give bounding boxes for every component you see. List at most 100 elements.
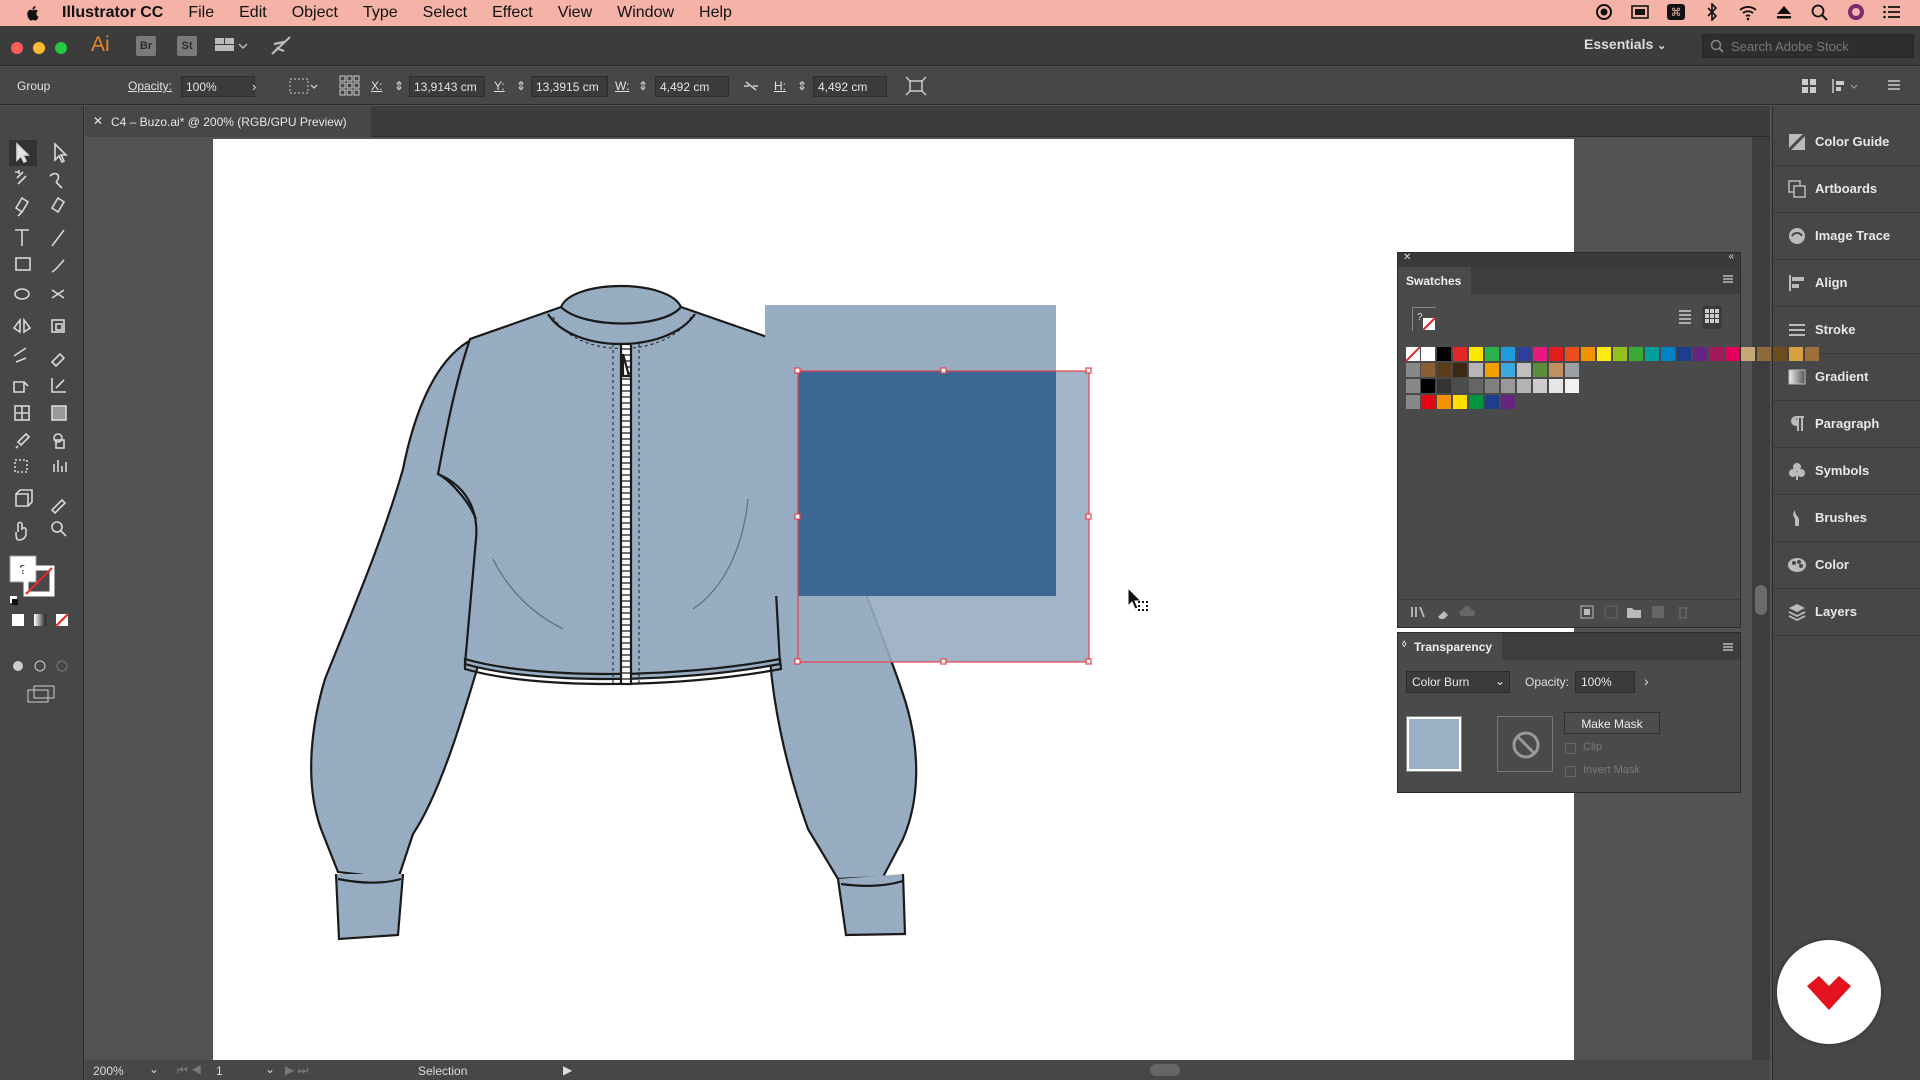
expand-panel-icon[interactable]: ◊ xyxy=(1402,639,1406,649)
swatch[interactable] xyxy=(1453,347,1467,361)
swatch[interactable] xyxy=(1533,363,1547,377)
panel-menu-icon[interactable] xyxy=(1722,273,1734,288)
display-icon[interactable] xyxy=(1630,3,1650,21)
swatch[interactable] xyxy=(1437,347,1451,361)
swatch[interactable] xyxy=(1549,379,1563,393)
list-view-icon[interactable] xyxy=(1677,308,1693,327)
vertical-scrollbar[interactable] xyxy=(1752,137,1770,1060)
opacity-field[interactable]: 100% xyxy=(181,76,255,97)
menu-help[interactable]: Help xyxy=(699,4,732,22)
swatch[interactable] xyxy=(1485,363,1499,377)
artboard-number[interactable]: 1 xyxy=(216,1064,223,1078)
dock-color[interactable]: Color xyxy=(1773,543,1920,589)
dock-align[interactable]: Align xyxy=(1773,261,1920,307)
reference-point-icon[interactable] xyxy=(339,75,361,100)
w-field[interactable]: 4,492 cm xyxy=(655,76,729,97)
dock-brushes[interactable]: Brushes xyxy=(1773,496,1920,542)
swatch[interactable] xyxy=(1629,347,1643,361)
swatch[interactable] xyxy=(1469,363,1483,377)
swatch[interactable] xyxy=(1485,379,1499,393)
swatch[interactable] xyxy=(1581,347,1595,361)
swatch[interactable] xyxy=(1501,395,1515,409)
artboard[interactable] xyxy=(213,139,1574,1060)
swatch[interactable] xyxy=(1501,379,1515,393)
color-group-icon[interactable] xyxy=(1604,605,1618,622)
swatch[interactable] xyxy=(1437,363,1451,377)
notification-center-icon[interactable] xyxy=(1882,3,1902,21)
close-window-button[interactable] xyxy=(11,42,23,54)
swatch[interactable] xyxy=(1517,363,1531,377)
swatch[interactable] xyxy=(1469,395,1483,409)
control-bar-menu-icon[interactable] xyxy=(1886,77,1902,96)
swatch[interactable] xyxy=(1677,347,1691,361)
swatch[interactable] xyxy=(1453,379,1467,393)
menu-view[interactable]: View xyxy=(558,4,592,22)
swatch[interactable] xyxy=(1693,347,1707,361)
tab-swatches[interactable]: Swatches xyxy=(1398,267,1472,294)
dock-symbols[interactable]: Symbols xyxy=(1773,449,1920,495)
swatch-kind-icon[interactable] xyxy=(1436,605,1450,622)
dock-color-guide[interactable]: Color Guide xyxy=(1773,120,1920,166)
vertical-scroll-thumb[interactable] xyxy=(1755,585,1767,615)
swatch[interactable] xyxy=(1661,347,1675,361)
tab-transparency[interactable]: ◊ Transparency xyxy=(1398,633,1503,660)
color-group-folder-icon[interactable] xyxy=(1406,363,1420,377)
constrain-proportions-icon[interactable] xyxy=(742,78,760,97)
color-group-folder-icon[interactable] xyxy=(1406,379,1420,393)
swatch[interactable] xyxy=(1565,363,1579,377)
swatch[interactable] xyxy=(1757,347,1771,361)
document-tab[interactable]: ✕ C4 – Buzo.ai* @ 200% (RGB/GPU Preview) xyxy=(85,106,371,137)
artboard-dropdown-icon[interactable]: ⌄ xyxy=(265,1062,275,1076)
transform-reference-icon[interactable] xyxy=(288,77,318,98)
swatch[interactable] xyxy=(1741,347,1755,361)
swatch[interactable] xyxy=(1565,379,1579,393)
swatch[interactable] xyxy=(1437,395,1451,409)
swatch-none[interactable] xyxy=(1405,346,1421,362)
transparency-opacity-field[interactable]: 100% xyxy=(1575,671,1635,693)
workspace-switcher[interactable]: Essentials ⌄ xyxy=(1584,36,1666,52)
swatch[interactable] xyxy=(1469,347,1483,361)
opacity-arrow-icon[interactable]: › xyxy=(252,79,256,94)
swatch[interactable] xyxy=(1549,347,1563,361)
swatch-grid[interactable] xyxy=(1405,346,1819,427)
menu-file[interactable]: File xyxy=(188,4,214,22)
swatch[interactable] xyxy=(1501,363,1515,377)
wifi-icon[interactable] xyxy=(1738,3,1758,21)
current-tool-status[interactable]: Selection xyxy=(418,1064,467,1078)
distribute-icon[interactable] xyxy=(1830,77,1860,98)
arrange-documents-icon[interactable] xyxy=(214,36,248,54)
grid-view-icon[interactable] xyxy=(1702,306,1722,329)
menu-type[interactable]: Type xyxy=(363,4,398,22)
dock-layers[interactable]: Layers xyxy=(1773,590,1920,636)
swatch[interactable] xyxy=(1485,347,1499,361)
status-menu-arrow-icon[interactable]: ▶ xyxy=(563,1063,572,1077)
menu-select[interactable]: Select xyxy=(423,4,467,22)
swatch[interactable] xyxy=(1597,347,1611,361)
eject-icon[interactable] xyxy=(1774,3,1794,21)
swatch[interactable] xyxy=(1421,395,1435,409)
menu-app-name[interactable]: Illustrator CC xyxy=(62,4,163,22)
current-swatch-indicator[interactable]: ? xyxy=(1412,307,1437,332)
object-thumbnail[interactable] xyxy=(1406,716,1462,772)
cloud-library-icon[interactable] xyxy=(1458,605,1478,622)
delete-swatch-icon[interactable] xyxy=(1676,605,1690,622)
bluetooth-icon[interactable] xyxy=(1702,2,1722,22)
record-icon[interactable] xyxy=(1594,3,1614,21)
swatch[interactable] xyxy=(1421,379,1435,393)
swatch[interactable] xyxy=(1805,347,1819,361)
menu-window[interactable]: Window xyxy=(617,4,674,22)
spotlight-search-icon[interactable] xyxy=(1810,3,1830,21)
invert-mask-checkbox[interactable] xyxy=(1565,766,1576,777)
zoom-dropdown-icon[interactable]: ⌄ xyxy=(149,1062,159,1076)
w-stepper-icon[interactable]: ⇕ xyxy=(638,79,648,93)
command-icon[interactable]: ⌘ xyxy=(1666,3,1686,21)
new-swatch-icon[interactable] xyxy=(1651,605,1665,622)
align-options-icon[interactable] xyxy=(1800,77,1818,98)
swatch[interactable] xyxy=(1549,363,1563,377)
swatch[interactable] xyxy=(1773,347,1787,361)
swatch[interactable] xyxy=(1421,363,1435,377)
swatch[interactable] xyxy=(1789,347,1803,361)
swatch[interactable] xyxy=(1565,347,1579,361)
menu-edit[interactable]: Edit xyxy=(239,4,267,22)
swatch-options-icon[interactable] xyxy=(1580,605,1594,622)
